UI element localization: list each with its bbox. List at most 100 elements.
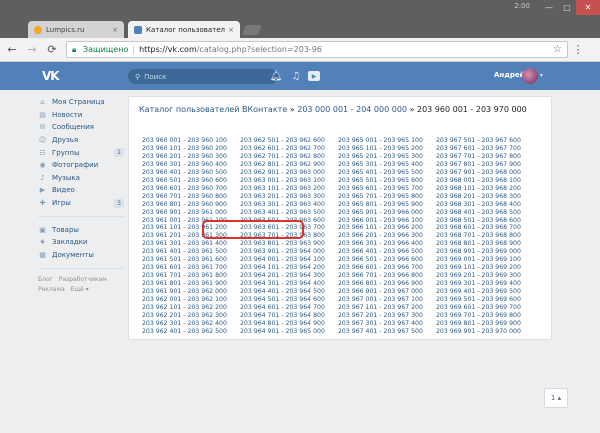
range-link[interactable]: 203 960 201 - 203 960 300 xyxy=(142,153,242,161)
sidebar-item[interactable]: ▣ Товары xyxy=(38,223,124,236)
breadcrumb-level1-link[interactable]: 203 000 001 - 204 000 000 xyxy=(297,105,407,114)
range-link[interactable]: 203 967 701 - 203 967 800 xyxy=(436,153,536,161)
range-link[interactable]: 203 960 601 - 203 960 700 xyxy=(142,185,242,193)
reload-icon[interactable]: ⟳ xyxy=(44,42,60,58)
sidebar-item[interactable]: ★ Закладки xyxy=(38,236,124,249)
range-link[interactable]: 203 966 701 - 203 966 800 xyxy=(338,272,438,280)
new-tab-button[interactable] xyxy=(242,25,262,35)
scroll-to-top-button[interactable]: 1 ▴ xyxy=(544,388,568,408)
sidebar-item[interactable]: ▦ Документы xyxy=(38,249,124,262)
tab-vk-catalog[interactable]: Каталог пользователей × xyxy=(128,21,240,38)
range-link[interactable]: 203 962 901 - 203 963 000 xyxy=(240,169,340,177)
forward-arrow-icon[interactable]: → xyxy=(24,42,40,58)
range-link[interactable]: 203 965 701 - 203 965 800 xyxy=(338,193,438,201)
range-link[interactable]: 203 966 801 - 203 966 900 xyxy=(338,280,438,288)
range-link[interactable]: 203 966 201 - 203 966 300 xyxy=(338,232,438,240)
range-link[interactable]: 203 965 101 - 203 965 200 xyxy=(338,145,438,153)
range-link[interactable]: 203 962 201 - 203 962 300 xyxy=(142,312,242,320)
range-link[interactable]: 203 967 001 - 203 967 100 xyxy=(338,296,438,304)
range-link[interactable]: 203 966 901 - 203 967 000 xyxy=(338,288,438,296)
range-link[interactable]: 203 965 801 - 203 965 900 xyxy=(338,201,438,209)
range-link[interactable]: 203 960 801 - 203 960 900 xyxy=(142,201,242,209)
range-link[interactable]: 203 964 601 - 203 964 700 xyxy=(240,304,340,312)
range-link[interactable]: 203 964 801 - 203 964 900 xyxy=(240,320,340,328)
range-link[interactable]: 203 965 601 - 203 965 700 xyxy=(338,185,438,193)
range-link[interactable]: 203 961 301 - 203 961 400 xyxy=(142,240,242,248)
search-input[interactable]: ⚲ Поиск xyxy=(128,69,278,84)
range-link[interactable]: 203 961 901 - 203 962 000 xyxy=(142,288,242,296)
range-link[interactable]: 203 960 301 - 203 960 400 xyxy=(142,161,242,169)
range-link[interactable]: 203 960 501 - 203 960 600 xyxy=(142,177,242,185)
browser-menu-icon[interactable]: ⋮ xyxy=(568,43,588,56)
range-link[interactable]: 203 966 001 - 203 966 100 xyxy=(338,217,438,225)
range-link[interactable]: 203 964 501 - 203 964 600 xyxy=(240,296,340,304)
range-link[interactable]: 203 965 901 - 203 966 000 xyxy=(338,209,438,217)
range-link[interactable]: 203 962 101 - 203 962 200 xyxy=(142,304,242,312)
sidebar-item[interactable]: ✚ Игры 3 xyxy=(38,197,124,210)
range-link[interactable]: 203 962 501 - 203 962 600 xyxy=(240,137,340,145)
range-link[interactable]: 203 964 001 - 203 964 100 xyxy=(240,256,340,264)
bookmark-star-icon[interactable]: ☆ xyxy=(553,44,562,55)
range-link[interactable]: 203 968 701 - 203 968 800 xyxy=(436,232,536,240)
range-link[interactable]: 203 965 201 - 203 965 300 xyxy=(338,153,438,161)
range-link[interactable]: 203 969 701 - 203 969 800 xyxy=(436,312,536,320)
chevron-down-icon[interactable]: ▾ xyxy=(540,72,543,79)
range-link[interactable]: 203 962 801 - 203 962 900 xyxy=(240,161,340,169)
range-link[interactable]: 203 969 901 - 203 970 000 xyxy=(436,328,536,336)
bell-icon[interactable]: 🔔︎ xyxy=(270,70,283,82)
avatar[interactable] xyxy=(522,68,538,84)
sidebar-item[interactable]: ☺ Друзья xyxy=(38,134,124,147)
range-link[interactable]: 203 968 501 - 203 968 600 xyxy=(436,217,536,225)
back-arrow-icon[interactable]: ← xyxy=(4,42,20,58)
window-close-button[interactable]: ✕ xyxy=(576,0,600,15)
range-link[interactable]: 203 964 701 - 203 964 800 xyxy=(240,312,340,320)
music-note-icon[interactable]: ♫ xyxy=(290,70,302,82)
user-name[interactable]: Андрей xyxy=(494,71,525,79)
range-link[interactable]: 203 960 401 - 203 960 500 xyxy=(142,169,242,177)
range-link[interactable]: 203 968 801 - 203 968 900 xyxy=(436,240,536,248)
range-link[interactable]: 203 963 901 - 203 964 000 xyxy=(240,248,340,256)
sidebar-item[interactable]: ☷ Группы 1 xyxy=(38,146,124,159)
sidebar-item[interactable]: ⌂ Моя Страница xyxy=(38,96,124,109)
range-link[interactable]: 203 963 801 - 203 963 900 xyxy=(240,240,340,248)
range-link[interactable]: 203 969 401 - 203 969 500 xyxy=(436,288,536,296)
range-link[interactable]: 203 966 401 - 203 966 500 xyxy=(338,248,438,256)
address-bar[interactable]: 🔒︎ Защищено | https://vk.com /catalog.ph… xyxy=(66,41,568,58)
play-icon[interactable]: ▶ xyxy=(308,71,320,81)
range-link[interactable]: 203 966 501 - 203 966 600 xyxy=(338,256,438,264)
range-link[interactable]: 203 964 201 - 203 964 300 xyxy=(240,272,340,280)
range-link[interactable]: 203 962 601 - 203 962 700 xyxy=(240,145,340,153)
range-link[interactable]: 203 962 001 - 203 962 100 xyxy=(142,296,242,304)
range-link[interactable]: 203 968 001 - 203 968 100 xyxy=(436,177,536,185)
tab-close-icon[interactable]: × xyxy=(228,26,234,34)
range-link[interactable]: 203 967 601 - 203 967 700 xyxy=(436,145,536,153)
range-link[interactable]: 203 965 001 - 203 965 100 xyxy=(338,137,438,145)
range-link[interactable]: 203 966 301 - 203 966 400 xyxy=(338,240,438,248)
range-link[interactable]: 203 969 101 - 203 969 200 xyxy=(436,264,536,272)
range-link[interactable]: 203 961 601 - 203 961 700 xyxy=(142,264,242,272)
tab-close-icon[interactable]: × xyxy=(112,26,118,34)
range-link[interactable]: 203 969 801 - 203 969 900 xyxy=(436,320,536,328)
range-link[interactable]: 203 968 601 - 203 968 700 xyxy=(436,224,536,232)
range-link[interactable]: 203 963 201 - 203 963 300 xyxy=(240,193,340,201)
breadcrumb-root-link[interactable]: Каталог пользователей ВКонтакте xyxy=(139,105,287,114)
range-link[interactable]: 203 967 901 - 203 968 000 xyxy=(436,169,536,177)
range-link[interactable]: 203 960 901 - 203 961 000 xyxy=(142,209,242,217)
range-link[interactable]: 203 961 701 - 203 961 800 xyxy=(142,272,242,280)
vk-logo[interactable]: VK xyxy=(42,69,60,83)
footer-link-blog[interactable]: Блог xyxy=(38,276,53,283)
range-link[interactable]: 203 964 401 - 203 964 500 xyxy=(240,288,340,296)
range-link[interactable]: 203 968 401 - 203 968 500 xyxy=(436,209,536,217)
sidebar-item[interactable]: ▤ Новости xyxy=(38,109,124,122)
footer-link-developers[interactable]: Разработчикам xyxy=(59,276,107,283)
range-link[interactable]: 203 965 401 - 203 965 500 xyxy=(338,169,438,177)
range-link[interactable]: 203 965 301 - 203 965 400 xyxy=(338,161,438,169)
range-link[interactable]: 203 963 001 - 203 963 100 xyxy=(240,177,340,185)
tab-lumpics[interactable]: Lumpics.ru × xyxy=(28,21,124,38)
sidebar-item[interactable]: ◉ Фотографии xyxy=(38,159,124,172)
range-link[interactable]: 203 969 301 - 203 969 400 xyxy=(436,280,536,288)
range-link[interactable]: 203 967 801 - 203 967 900 xyxy=(436,161,536,169)
range-link[interactable]: 203 966 101 - 203 966 200 xyxy=(338,224,438,232)
range-link[interactable]: 203 960 001 - 203 960 100 xyxy=(142,137,242,145)
range-link[interactable]: 203 968 901 - 203 969 000 xyxy=(436,248,536,256)
